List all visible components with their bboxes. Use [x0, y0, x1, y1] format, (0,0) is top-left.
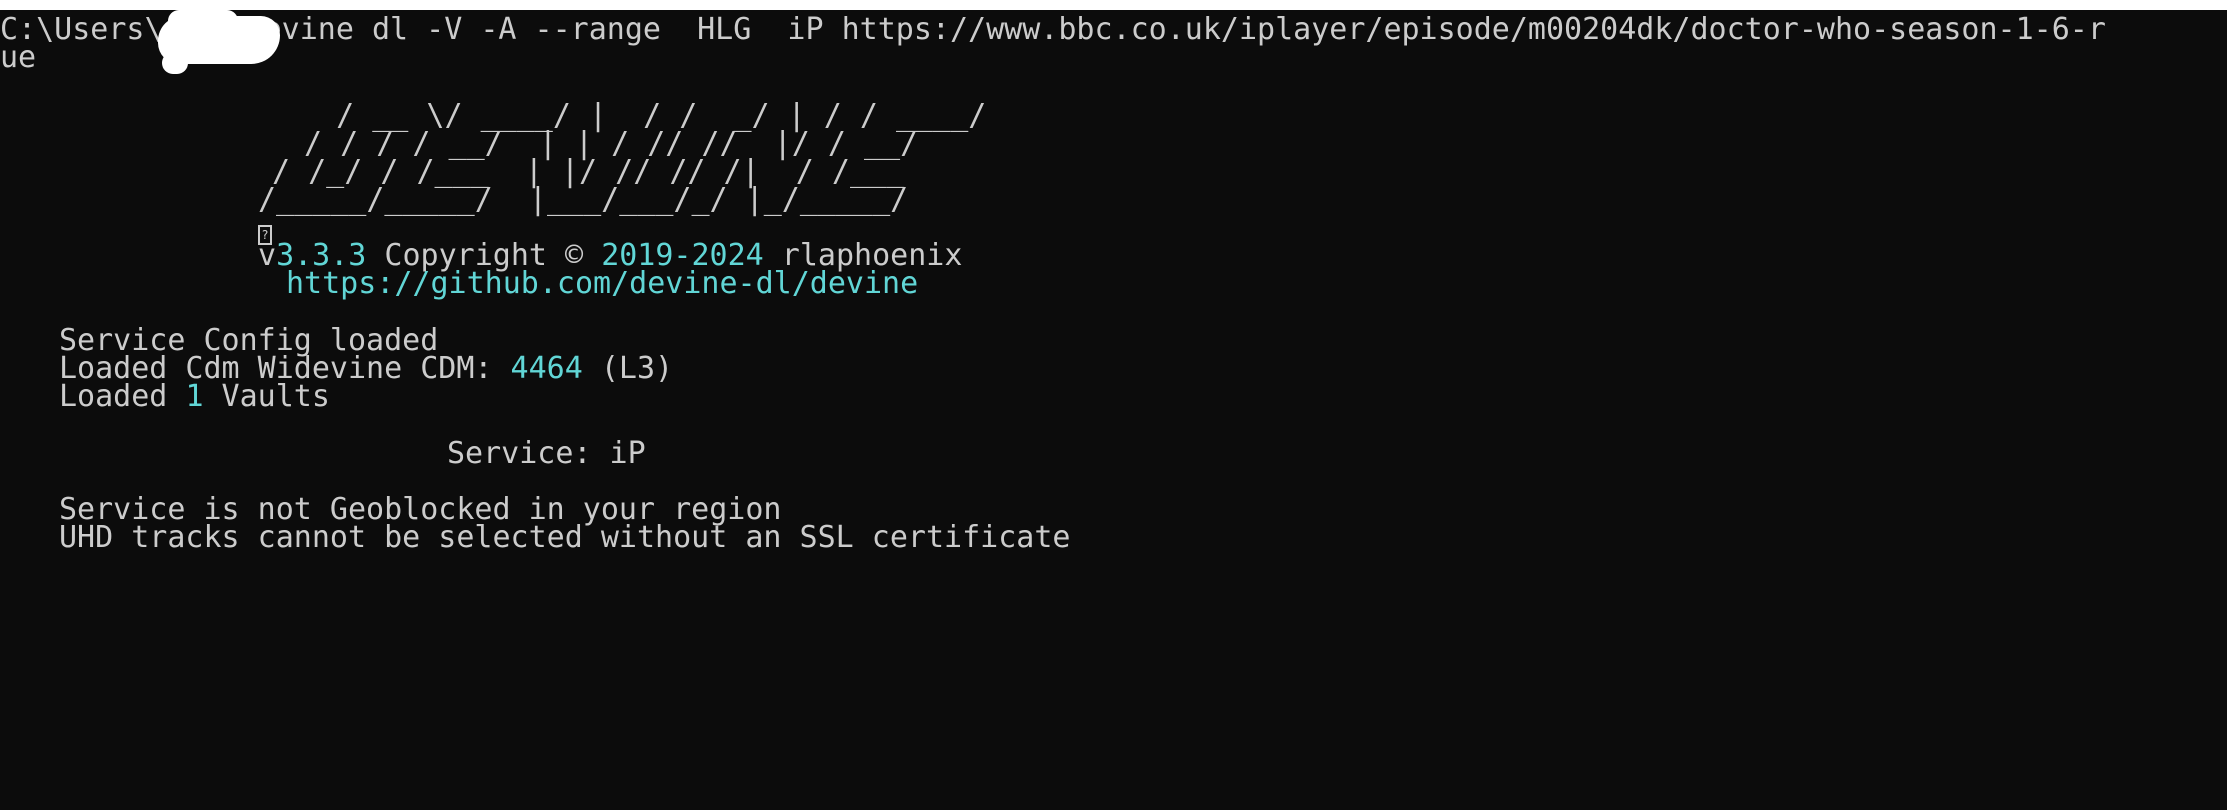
vaults-count: 1	[185, 379, 204, 414]
github-link[interactable]: https://github.com/devine-dl/devine	[286, 264, 918, 304]
version-prefix: v	[258, 238, 277, 273]
service-line: Service: iP	[447, 436, 646, 471]
ascii-banner-line-4: /_____/_____/ |___/___/_/ |_/_____/	[258, 182, 909, 217]
cdm-level: (L3)	[582, 351, 674, 386]
uhd-warning-line: UHD tracks cannot be selected without an…	[59, 520, 1071, 555]
command-wrap-line: ue	[0, 40, 37, 75]
command-line: C:\Users\ devine dl -V -A --range HLG iP …	[0, 10, 2106, 50]
vaults-suffix: Vaults	[203, 379, 330, 414]
redaction-mark	[158, 10, 280, 74]
vaults-prefix: Loaded	[59, 379, 186, 414]
vaults-loaded-line: Loaded 1 Vaults	[59, 377, 330, 417]
cdm-id: 4464	[510, 351, 583, 386]
terminal-window[interactable]: C:\Users\ devine dl -V -A --range HLG iP …	[0, 10, 2227, 810]
command-text: devine dl -V -A --range HLG iP https://w…	[245, 12, 2106, 47]
